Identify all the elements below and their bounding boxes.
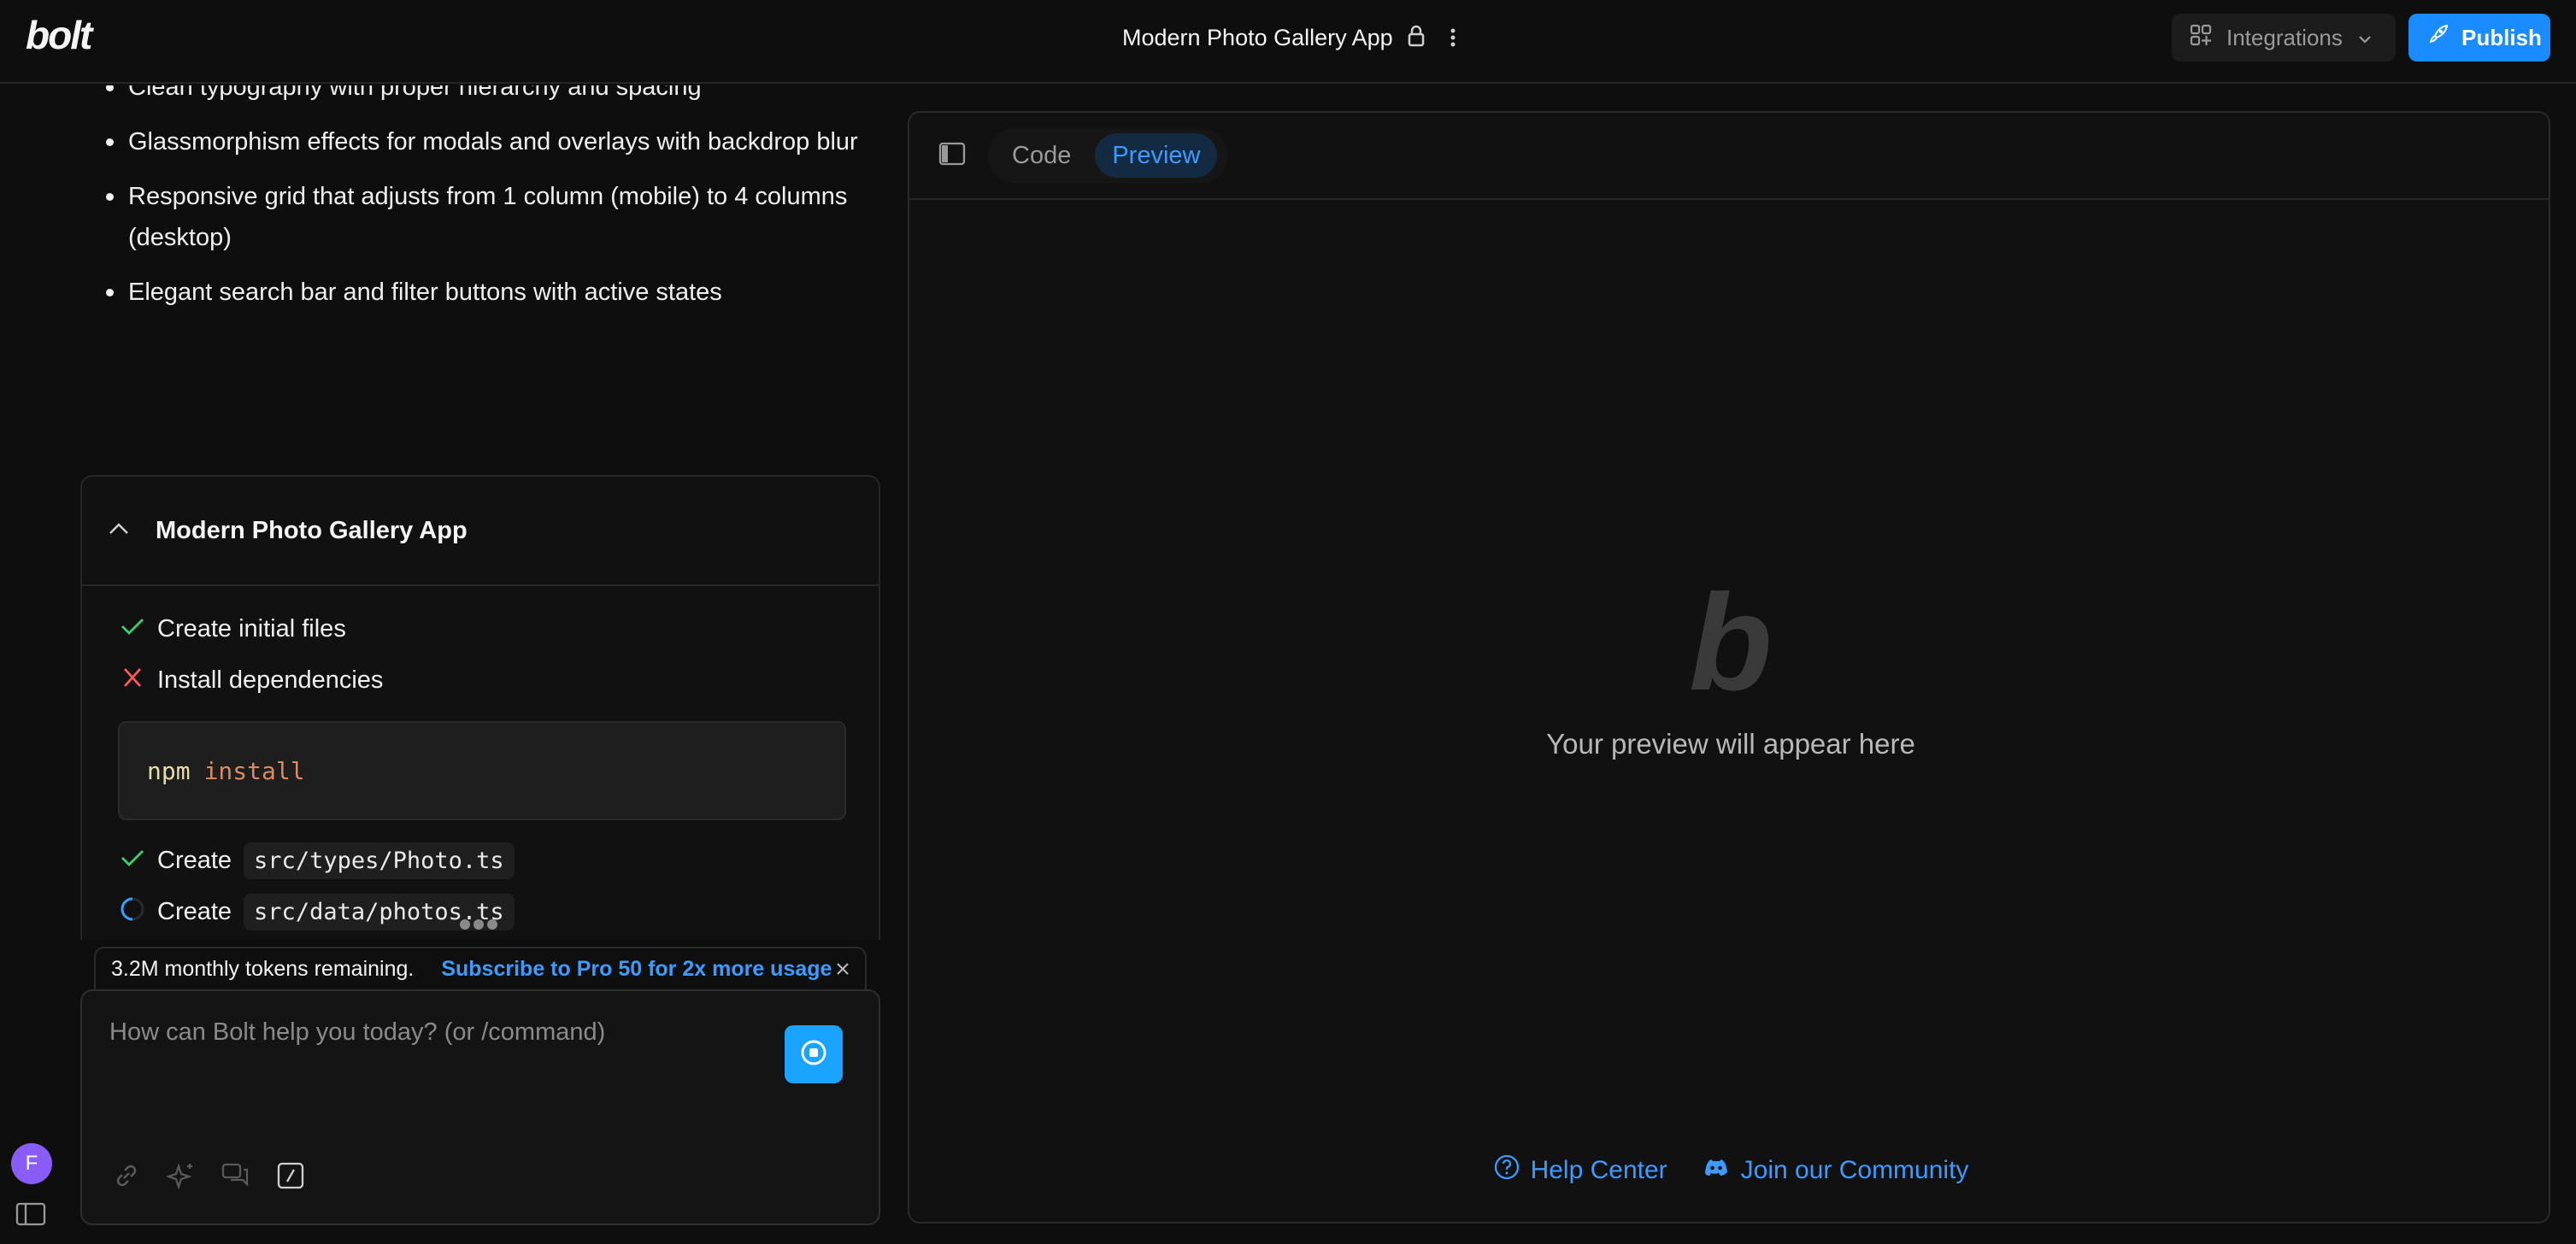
chat-panel[interactable]: Clean typography with proper hierarchy a… bbox=[0, 85, 906, 940]
file-path-chip: src/types/Photo.ts bbox=[244, 842, 515, 879]
project-title-area[interactable]: Modern Photo Gallery App bbox=[1122, 21, 1426, 55]
grid-plus-icon bbox=[2189, 23, 2213, 53]
typing-indicator bbox=[460, 919, 497, 930]
x-icon bbox=[120, 666, 145, 695]
more-options-icon[interactable] bbox=[1443, 21, 1463, 55]
discord-icon bbox=[1702, 1156, 1731, 1185]
prompt-input[interactable] bbox=[109, 1018, 759, 1121]
integrations-label: Integrations bbox=[2226, 24, 2343, 50]
stop-generation-button[interactable] bbox=[785, 1025, 843, 1083]
link-icon[interactable] bbox=[108, 1157, 145, 1194]
spinner-icon bbox=[120, 896, 145, 929]
list-item: Clean typography with proper hierarchy a… bbox=[106, 85, 880, 108]
tokens-banner: 3.2M monthly tokens remaining. Subscribe… bbox=[94, 947, 867, 989]
integrations-button[interactable]: Integrations bbox=[2172, 14, 2396, 62]
tab-code[interactable]: Code bbox=[995, 133, 1088, 178]
workbench-panel: Code Preview b Your preview will appear … bbox=[908, 111, 2550, 1223]
preview-placeholder-text: Your preview will appear here bbox=[1546, 728, 1915, 760]
publish-button[interactable]: Publish bbox=[2408, 14, 2550, 62]
project-title[interactable]: Modern Photo Gallery App bbox=[1122, 25, 1393, 51]
step-install-dependencies: Install dependencies bbox=[120, 666, 383, 695]
assistant-message-bullets: Clean typography with proper hierarchy a… bbox=[106, 85, 880, 326]
typing-dot bbox=[460, 919, 470, 930]
step-label: Install dependencies bbox=[157, 666, 384, 694]
command-slash-icon[interactable] bbox=[272, 1157, 309, 1194]
community-label: Join our Community bbox=[1740, 1156, 1969, 1184]
help-center-link[interactable]: Help Center bbox=[1493, 1153, 1667, 1188]
avatar[interactable]: F bbox=[11, 1143, 52, 1184]
view-switch: Code Preview bbox=[988, 128, 1227, 183]
chevron-down-icon bbox=[2356, 25, 2373, 51]
panel-toggle-icon[interactable] bbox=[938, 142, 966, 170]
sparkle-enhance-icon[interactable] bbox=[162, 1157, 200, 1194]
discuss-chat-icon[interactable] bbox=[217, 1157, 255, 1194]
artifact-card: Modern Photo Gallery App Create initial … bbox=[80, 475, 880, 940]
preview-links: Help Center Join our Community bbox=[909, 1153, 2549, 1188]
stop-icon bbox=[799, 1038, 828, 1071]
community-link[interactable]: Join our Community bbox=[1702, 1153, 1969, 1188]
bolt-watermark-logo: b bbox=[1689, 566, 1773, 719]
publish-label: Publish bbox=[2461, 24, 2542, 50]
tokens-remaining-text: 3.2M monthly tokens remaining. bbox=[111, 956, 415, 981]
step-create-initial-files: Create initial files bbox=[120, 615, 346, 643]
top-bar: bolt Modern Photo Gallery App Integratio… bbox=[0, 0, 2576, 84]
close-icon[interactable] bbox=[834, 959, 851, 983]
step-label: Create bbox=[157, 898, 232, 925]
sidebar-toggle-icon[interactable] bbox=[15, 1201, 46, 1231]
subscribe-link[interactable]: Subscribe to Pro 50 for 2x more usage bbox=[441, 957, 832, 982]
command-block: npm install bbox=[118, 721, 846, 820]
typing-dot bbox=[473, 919, 484, 930]
rocket-icon bbox=[2426, 23, 2450, 53]
step-label: Create bbox=[157, 847, 232, 874]
step-create-photo-types: Create src/types/Photo.ts bbox=[120, 842, 515, 879]
command-name: npm bbox=[147, 756, 191, 785]
question-circle-icon bbox=[1493, 1153, 1520, 1188]
prompt-box bbox=[80, 989, 880, 1225]
list-item: Glassmorphism effects for modals and ove… bbox=[106, 121, 880, 162]
command-argument: install bbox=[203, 756, 305, 785]
list-item: Elegant search bar and filter buttons wi… bbox=[106, 272, 880, 313]
step-label: Create initial files bbox=[157, 615, 346, 643]
chevron-up-icon[interactable] bbox=[108, 522, 130, 540]
check-icon bbox=[120, 847, 145, 875]
tab-preview[interactable]: Preview bbox=[1095, 133, 1218, 178]
list-item: Responsive grid that adjusts from 1 colu… bbox=[106, 176, 880, 258]
artifact-header[interactable]: Modern Photo Gallery App bbox=[82, 477, 879, 586]
lock-icon bbox=[1407, 25, 1426, 51]
check-icon bbox=[120, 615, 145, 643]
step-create-photos-data: Create src/data/photos.ts bbox=[120, 894, 515, 930]
typing-dot bbox=[487, 919, 497, 930]
help-center-label: Help Center bbox=[1530, 1156, 1667, 1184]
artifact-title: Modern Photo Gallery App bbox=[156, 516, 468, 544]
workbench-header: Code Preview bbox=[909, 113, 2549, 200]
bolt-logo[interactable]: bolt bbox=[26, 12, 92, 58]
